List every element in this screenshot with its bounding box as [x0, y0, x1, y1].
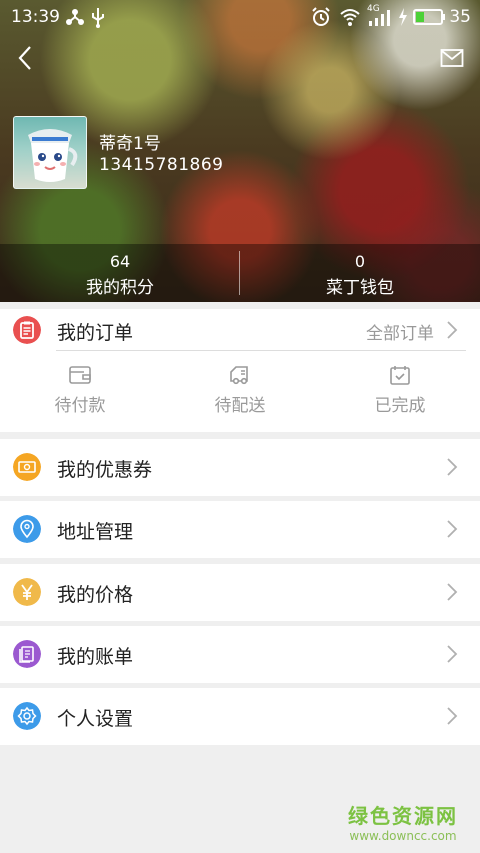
battery-level: 35: [449, 7, 471, 27]
yen-icon: [13, 578, 41, 606]
chevron-right-icon: [447, 645, 458, 663]
menu-item-label: 地址管理: [57, 521, 134, 543]
menu-item-label: 我的账单: [57, 646, 134, 668]
all-orders-link[interactable]: 全部订单: [366, 319, 434, 344]
chevron-right-icon: [447, 707, 458, 725]
pending-payment-label: 待付款: [54, 396, 106, 416]
signal-icon: [369, 10, 390, 26]
usb-icon: [92, 8, 104, 28]
menu-item-settings[interactable]: 个人设置: [0, 688, 480, 745]
charging-icon: [399, 8, 407, 26]
wifi-icon: [340, 9, 360, 26]
avatar[interactable]: [13, 116, 87, 189]
wallet-value: 0: [354, 252, 366, 271]
my-orders-title: 我的订单: [57, 322, 134, 344]
watermark: 绿色资源网 www.downcc.com: [348, 800, 458, 843]
chevron-right-icon: [447, 520, 458, 538]
pending-payment-status[interactable]: 待付款: [40, 364, 120, 416]
my-orders-row[interactable]: 我的订单 全部订单: [0, 309, 480, 351]
bill-icon: [13, 640, 41, 668]
chevron-right-icon: [447, 321, 458, 339]
menu-item-label: 我的价格: [57, 584, 134, 606]
mail-button[interactable]: [440, 48, 464, 68]
wallet-icon: [69, 366, 91, 384]
wallet-label: 菜丁钱包: [326, 278, 394, 298]
orders-card: 我的订单 全部订单 待付款 待配送 已完成: [0, 309, 480, 432]
location-icon: [13, 515, 41, 543]
wallet-stat[interactable]: 0 菜丁钱包: [240, 244, 480, 302]
pending-delivery-status[interactable]: 待配送: [200, 364, 280, 416]
watermark-url: www.downcc.com: [349, 829, 457, 843]
watermark-title: 绿色资源网: [348, 804, 458, 828]
menu-item-address[interactable]: 地址管理: [0, 501, 480, 558]
avatar-image: [28, 129, 78, 182]
points-label: 我的积分: [86, 278, 154, 298]
menu-item-label: 我的优惠券: [57, 459, 153, 481]
alarm-icon: [312, 7, 330, 26]
completed-label: 已完成: [374, 396, 426, 416]
profile-header: 13:39 4G 35 蒂奇1号 13415781869 64 我的积分 0 菜…: [0, 0, 480, 302]
menu-item-bills[interactable]: 我的账单: [0, 626, 480, 683]
user-phone: 13415781869: [99, 155, 224, 175]
completed-status[interactable]: 已完成: [360, 364, 440, 416]
user-name: 蒂奇1号: [99, 134, 161, 154]
chevron-right-icon: [447, 458, 458, 476]
calendar-check-icon: [390, 366, 410, 385]
menu-item-label: 个人设置: [57, 708, 134, 730]
settings-icon: [13, 702, 41, 730]
back-button[interactable]: [14, 44, 38, 72]
pending-delivery-label: 待配送: [214, 396, 266, 416]
orders-icon: [13, 316, 41, 344]
share-icon: [66, 9, 84, 25]
orders-divider: [56, 350, 466, 351]
menu-item-prices[interactable]: 我的价格: [0, 564, 480, 621]
battery-icon: [413, 9, 445, 25]
menu-item-coupons[interactable]: 我的优惠券: [0, 439, 480, 496]
points-stat[interactable]: 64 我的积分: [0, 244, 240, 302]
chevron-right-icon: [447, 583, 458, 601]
status-bar: 13:39 4G 35: [0, 0, 480, 34]
coupon-icon: [13, 453, 41, 481]
truck-icon: [230, 366, 248, 385]
points-value: 64: [109, 252, 131, 271]
status-time: 13:39: [11, 7, 60, 27]
stats-bar: 64 我的积分 0 菜丁钱包: [0, 244, 480, 302]
